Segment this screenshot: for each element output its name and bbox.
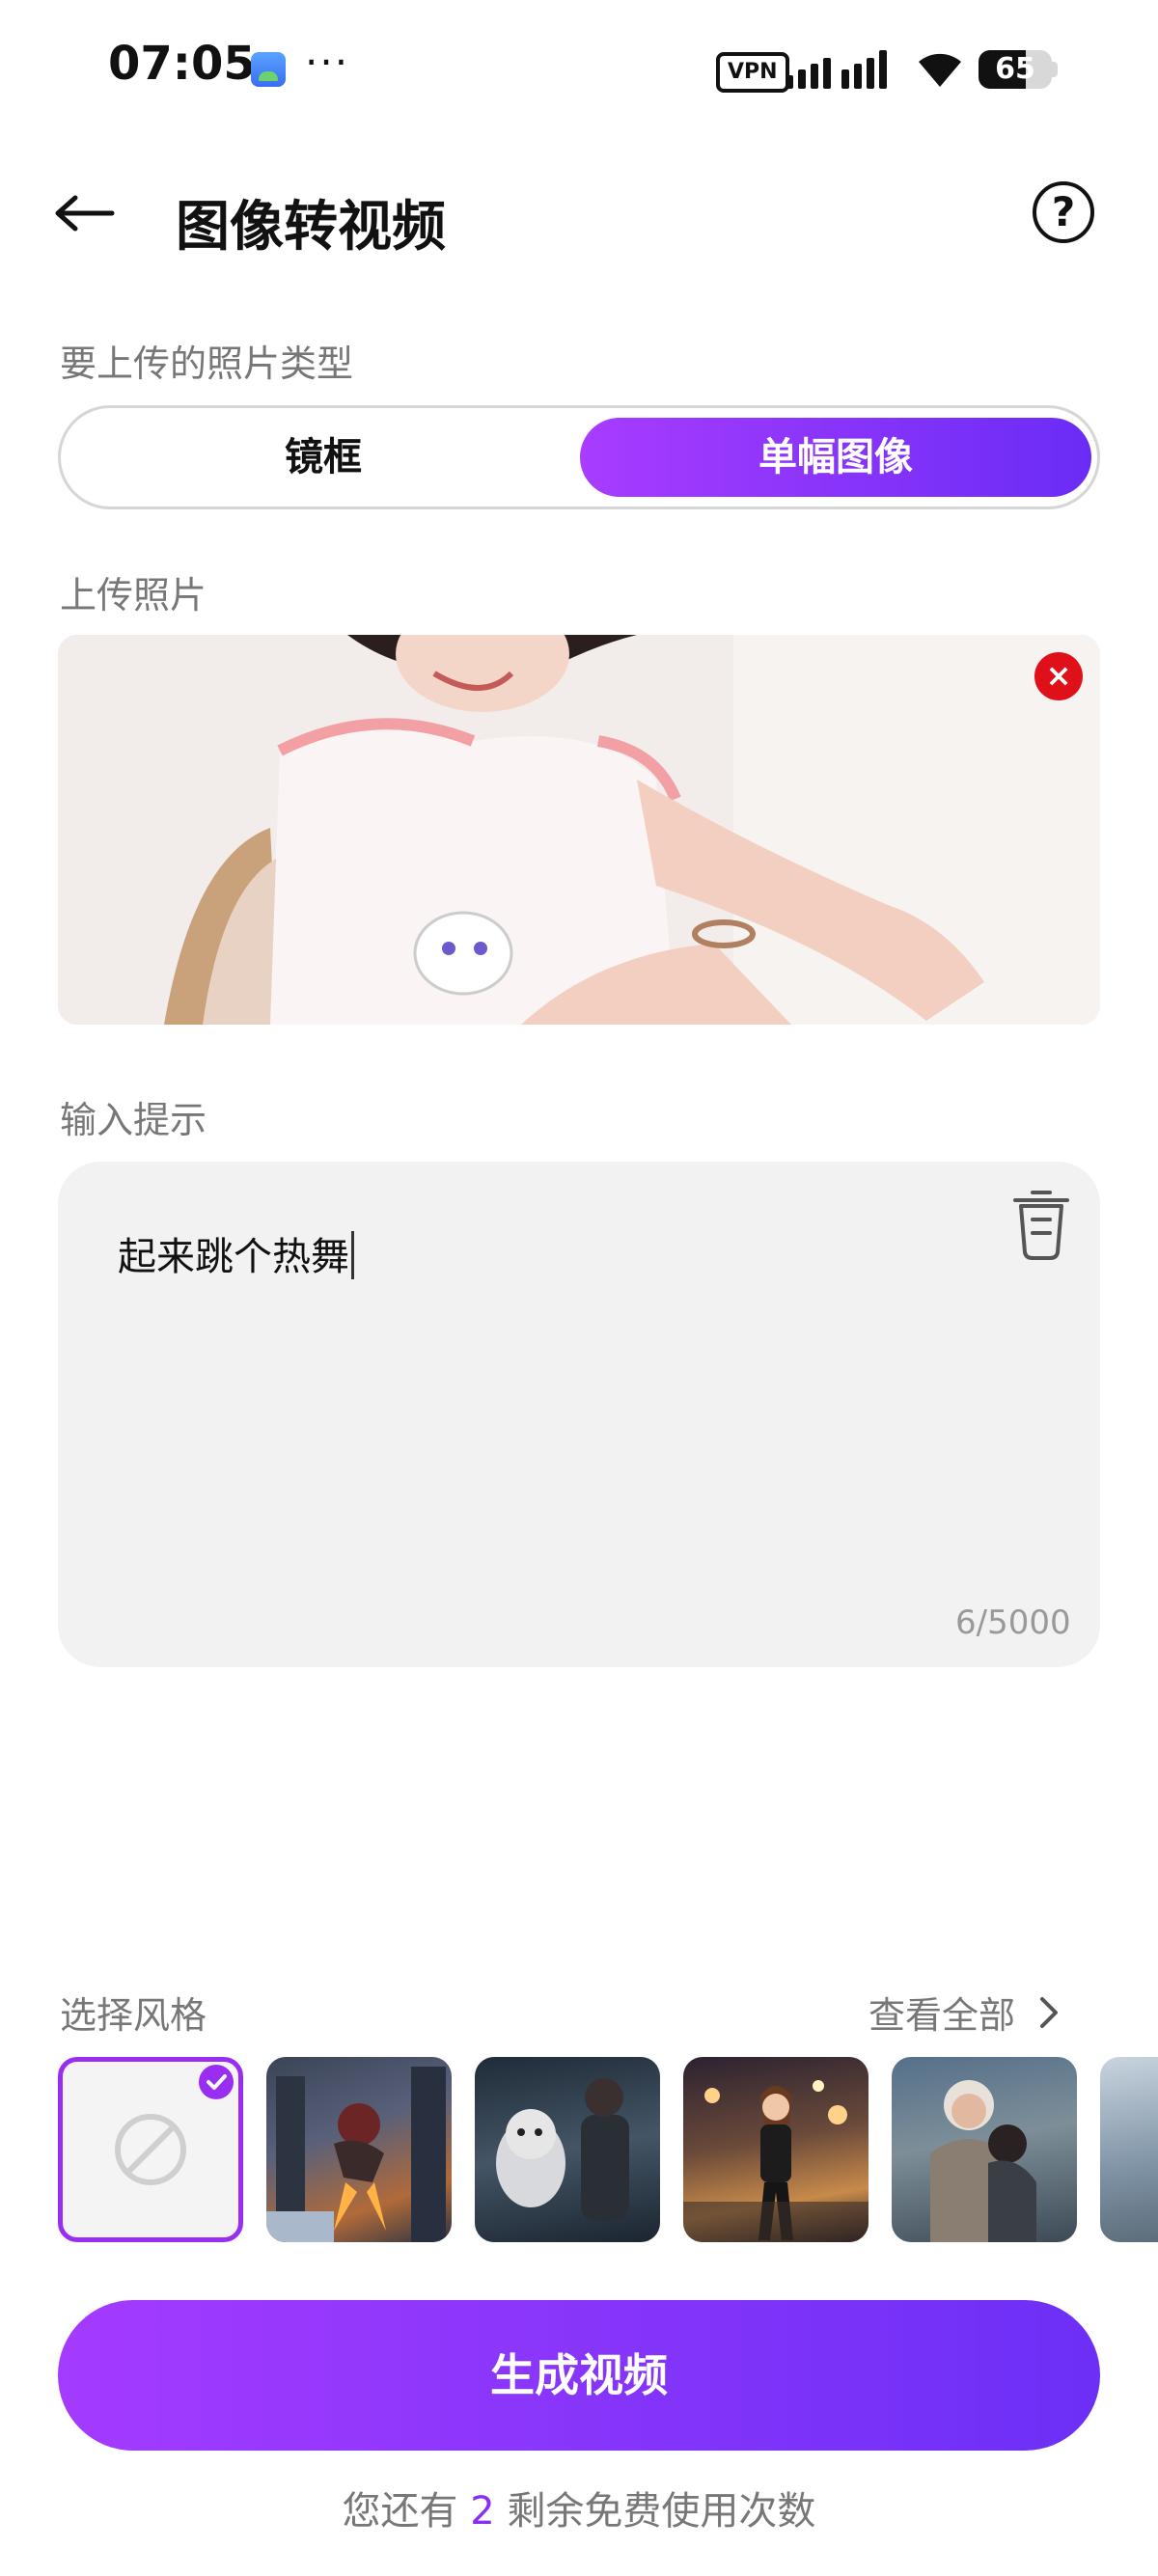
style-thumb-city-dance[interactable] <box>683 2057 868 2242</box>
trash-icon <box>1013 1191 1069 1260</box>
option-frame[interactable]: 镜框 <box>70 418 576 497</box>
arrow-left-icon <box>55 195 115 232</box>
quota-prefix: 您还有 <box>342 2489 458 2534</box>
battery-level: 65 <box>995 52 1035 86</box>
clear-prompt-button[interactable] <box>1009 1185 1073 1262</box>
style-preview-1 <box>266 2067 446 2242</box>
char-count: 6/5000 <box>955 1603 1071 1642</box>
app-notification-icon <box>251 52 286 87</box>
style-thumb-dog-knight[interactable] <box>475 2057 660 2242</box>
page-title: 图像转视频 <box>176 196 446 259</box>
style-preview-4 <box>930 2080 1036 2242</box>
quota-suffix: 剩余免费使用次数 <box>507 2489 816 2534</box>
vpn-icon: VPN <box>716 52 789 93</box>
style-label: 选择风格 <box>60 1994 207 2037</box>
selected-check-icon <box>199 2065 234 2099</box>
style-thumb-partial[interactable] <box>1100 2057 1158 2242</box>
battery-tip <box>1052 62 1058 77</box>
view-all-label: 查看全部 <box>868 1994 1016 2037</box>
option-single-image[interactable]: 单幅图像 <box>580 418 1091 497</box>
chevron-right-icon <box>1040 1996 1059 2028</box>
signal-icon <box>786 48 887 89</box>
view-all-button[interactable]: 查看全部 <box>868 1986 1060 2039</box>
style-preview-2 <box>496 2078 629 2221</box>
quota-count: 2 <box>470 2489 495 2534</box>
style-preview-3 <box>683 2080 868 2242</box>
photo-preview <box>58 635 1100 1025</box>
free-uses-remaining: 您还有 2 剩余免费使用次数 <box>0 2480 1158 2535</box>
battery-icon: 65 <box>979 50 1052 89</box>
generate-video-button[interactable]: 生成视频 <box>58 2300 1100 2451</box>
style-thumb-rocket-rider[interactable] <box>266 2057 452 2242</box>
help-button[interactable]: ? <box>1033 181 1094 243</box>
prompt-value: 起来跳个热舞 <box>118 1235 349 1279</box>
back-button[interactable] <box>54 179 131 247</box>
prompt-label: 输入提示 <box>60 1099 207 1141</box>
text-caret <box>351 1231 354 1279</box>
style-thumb-hug[interactable] <box>892 2057 1077 2242</box>
remove-photo-button[interactable]: × <box>1034 652 1083 700</box>
more-notifications-icon: ··· <box>305 39 350 86</box>
wifi-icon <box>919 53 961 87</box>
upload-photo-label: 上传照片 <box>60 574 207 617</box>
uploaded-photo <box>58 635 1100 1025</box>
photo-type-segment: 镜框 单幅图像 <box>58 405 1100 509</box>
status-time: 07:05 <box>108 37 256 91</box>
prompt-text[interactable]: 起来跳个热舞 <box>118 1225 354 1281</box>
photo-type-label: 要上传的照片类型 <box>60 343 354 385</box>
